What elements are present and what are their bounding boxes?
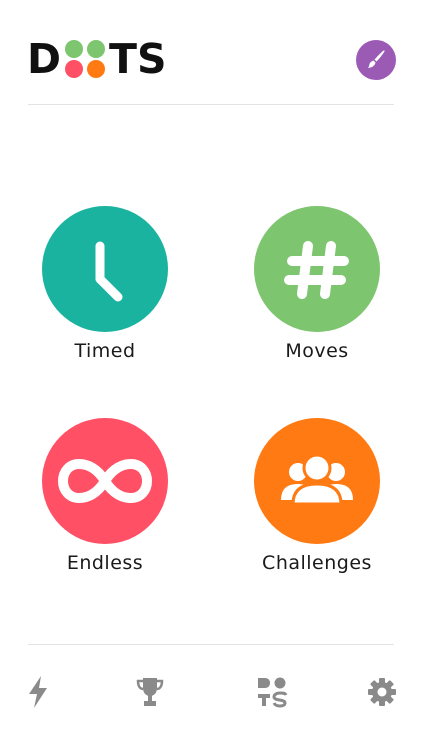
header: D TS	[0, 0, 422, 104]
logo-dot-red	[65, 60, 84, 78]
endless-label: Endless	[66, 552, 144, 574]
logo-letters-ts: TS	[109, 35, 167, 83]
tab-leaderboard[interactable]	[130, 672, 170, 712]
moves-label: Moves	[285, 340, 349, 362]
timed-label: Timed	[74, 340, 136, 362]
infinity-icon	[58, 459, 152, 503]
timed-button[interactable]	[42, 206, 168, 332]
endless-button[interactable]	[42, 418, 168, 544]
challenges-button[interactable]	[254, 418, 380, 544]
logo-dot-green-right	[87, 40, 106, 58]
trophy-icon	[136, 678, 164, 706]
logo-letter-d: D	[27, 35, 62, 83]
logo-dot-green-left	[65, 40, 84, 58]
header-divider	[28, 104, 394, 105]
mode-timed[interactable]: Timed	[20, 206, 190, 362]
gear-icon	[368, 678, 396, 706]
moves-button[interactable]	[254, 206, 380, 332]
tabbar-divider	[28, 644, 394, 645]
theme-button[interactable]	[356, 40, 396, 80]
mode-endless[interactable]: Endless	[20, 418, 190, 574]
paintbrush-icon	[368, 50, 385, 68]
dots-logo: D TS	[27, 38, 167, 80]
clock-icon	[95, 241, 123, 302]
logo-dots	[63, 38, 107, 80]
tab-settings[interactable]	[362, 672, 402, 712]
logo-dot-orange	[87, 60, 106, 78]
dots-shapes-icon	[258, 677, 288, 708]
mode-challenges[interactable]: Challenges	[232, 418, 402, 574]
hashtag-icon	[284, 241, 349, 299]
tab-dots-games[interactable]	[252, 672, 292, 712]
challenges-label: Challenges	[262, 552, 372, 574]
group-icon	[281, 453, 353, 506]
mode-moves[interactable]: Moves	[232, 206, 402, 362]
lightning-icon	[29, 676, 47, 708]
tab-powerups[interactable]	[18, 672, 58, 712]
